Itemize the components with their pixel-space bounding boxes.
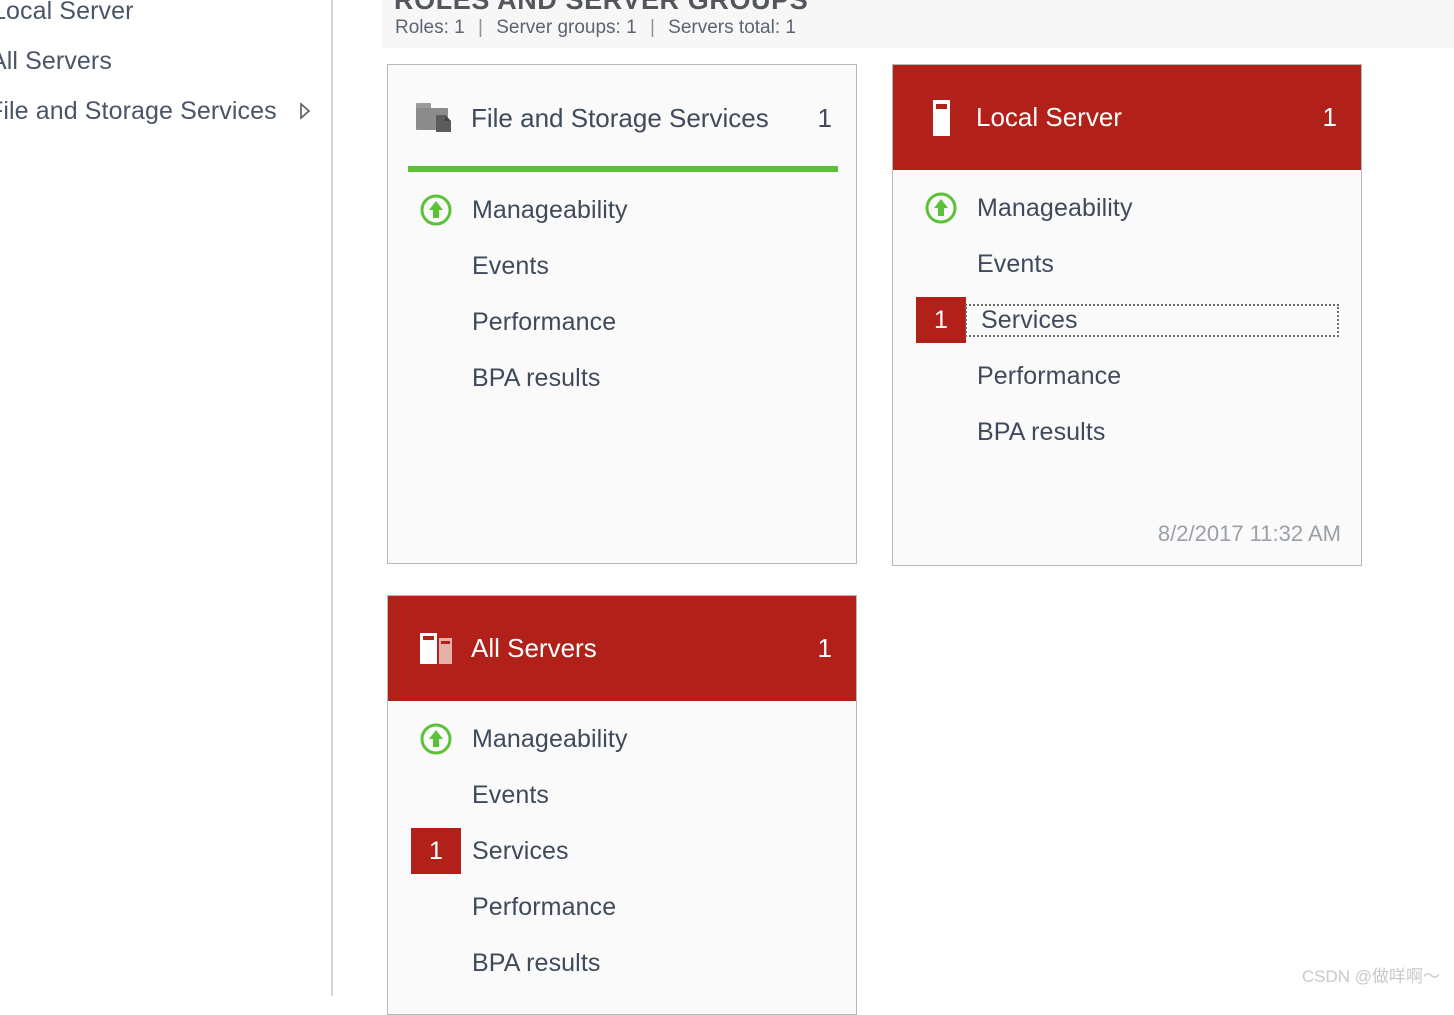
tile-row-list: Manageability Events Performance BPA res…	[388, 172, 856, 406]
services-count-badge: 1	[410, 828, 462, 874]
tile-row-label: Performance	[472, 892, 617, 921]
status-up-icon	[410, 188, 462, 232]
row-marker-empty	[915, 354, 967, 398]
sidebar-item-label: Local Server	[0, 0, 134, 25]
tile-count: 1	[817, 103, 832, 133]
watermark: CSDN @做咩啊～	[1301, 967, 1440, 986]
tile-count: 1	[1322, 102, 1337, 132]
tile-row[interactable]: Performance	[388, 294, 856, 350]
tile-row-services[interactable]: 1 Services	[388, 823, 856, 879]
tile-row-label: Manageability	[472, 195, 628, 224]
tile-last-refresh-timestamp: 8/2/2017 11:32 AM	[1157, 521, 1341, 546]
row-marker-empty	[410, 300, 462, 344]
main-content-pane: ROLES AND SERVER GROUPS Roles: 1 | Serve…	[335, 0, 1454, 1015]
tile-row-label[interactable]: Services	[965, 303, 1339, 337]
tile-row-label: Manageability	[472, 724, 628, 753]
summary-separator: |	[477, 17, 483, 38]
tile-title: File and Storage Services	[471, 102, 769, 133]
status-up-icon	[410, 717, 462, 761]
tile-count: 1	[817, 633, 832, 663]
tile-row[interactable]: BPA results	[388, 935, 856, 991]
sidebar-navigation: Local Server All Servers File and Storag…	[0, 0, 333, 996]
tile-row-label: BPA results	[472, 363, 601, 392]
tile-row-label: Performance	[472, 307, 617, 336]
tile-row[interactable]: Events	[893, 236, 1361, 292]
services-count-badge: 1	[915, 297, 967, 343]
status-up-icon	[915, 186, 967, 230]
sidebar-item-file-and-storage-services[interactable]: File and Storage Services	[0, 86, 331, 136]
row-marker-empty	[410, 356, 462, 400]
row-marker-empty	[410, 885, 462, 929]
tile-row[interactable]: Performance	[388, 879, 856, 935]
tile-row-label: Events	[472, 251, 550, 280]
status-badge: 1	[411, 828, 461, 874]
row-marker-empty	[410, 244, 462, 288]
tile-row-label: Services	[472, 836, 569, 865]
group-summary-line: Roles: 1 | Server groups: 1 | Servers to…	[395, 17, 796, 39]
status-badge: 1	[916, 297, 966, 343]
roles-and-server-groups-header: ROLES AND SERVER GROUPS Roles: 1 | Serve…	[382, 0, 1454, 48]
row-marker-empty	[410, 941, 462, 985]
tile-file-and-storage-services[interactable]: File and Storage Services 1 Manageabilit…	[387, 64, 857, 564]
tile-row[interactable]: Manageability	[893, 180, 1361, 236]
tile-row-list: Manageability Events 1 Services Performa…	[388, 701, 856, 991]
server-groups-count-label: Server groups: 1	[496, 17, 637, 38]
sidebar-item-label: File and Storage Services	[0, 96, 277, 125]
folder-document-icon	[410, 93, 462, 145]
tile-row-label: BPA results	[472, 948, 601, 977]
summary-separator: |	[649, 17, 655, 38]
tile-row-list: Manageability Events 1 Services Performa…	[893, 170, 1361, 460]
tile-row-services-selected[interactable]: 1 Services	[893, 292, 1361, 348]
servers-total-label: Servers total: 1	[668, 17, 796, 38]
row-marker-empty	[915, 242, 967, 286]
server-tower-icon	[915, 92, 967, 144]
tile-row-label: BPA results	[977, 417, 1106, 446]
tile-all-servers[interactable]: All Servers 1 Manageability Events 1 Ser…	[387, 595, 857, 1015]
multi-server-icon	[410, 623, 462, 675]
tile-row-label: Events	[977, 249, 1055, 278]
row-marker-empty	[915, 410, 967, 454]
row-marker-empty	[410, 773, 462, 817]
sidebar-item-all-servers[interactable]: All Servers	[0, 36, 331, 86]
tile-local-server[interactable]: Local Server 1 Manageability Events 1 Se…	[892, 64, 1362, 566]
sidebar-item-local-server[interactable]: Local Server	[0, 0, 331, 36]
tile-row[interactable]: Performance	[893, 348, 1361, 404]
tile-title: Local Server	[976, 101, 1122, 132]
roles-count-label: Roles: 1	[395, 17, 465, 38]
tile-row-label: Manageability	[977, 193, 1133, 222]
sidebar-item-label: All Servers	[0, 46, 112, 75]
tile-header[interactable]: File and Storage Services 1	[388, 65, 856, 172]
chevron-right-icon[interactable]	[297, 102, 313, 120]
tile-header[interactable]: Local Server 1	[893, 65, 1361, 170]
page-title: ROLES AND SERVER GROUPS	[394, 0, 809, 15]
tile-row-label: Events	[472, 780, 550, 809]
tile-row[interactable]: Manageability	[388, 182, 856, 238]
tile-row[interactable]: Manageability	[388, 711, 856, 767]
tile-row[interactable]: BPA results	[388, 350, 856, 406]
tile-row-label: Performance	[977, 361, 1122, 390]
tile-title: All Servers	[471, 632, 597, 663]
tile-row[interactable]: BPA results	[893, 404, 1361, 460]
tile-header[interactable]: All Servers 1	[388, 596, 856, 701]
tile-row[interactable]: Events	[388, 767, 856, 823]
tile-row[interactable]: Events	[388, 238, 856, 294]
